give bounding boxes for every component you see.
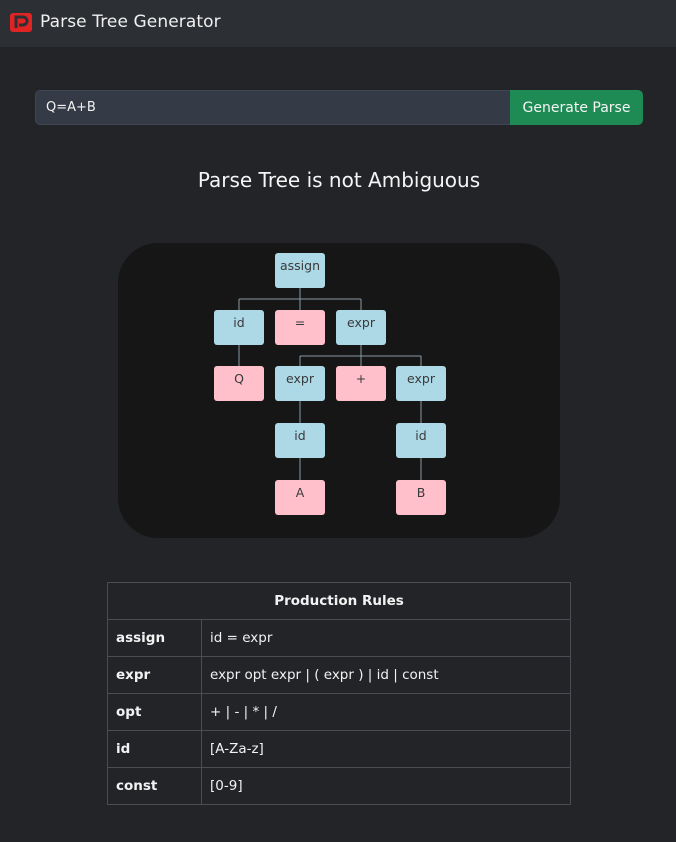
- rule-lhs: assign: [107, 619, 202, 657]
- tree-node-expr-right: expr: [396, 366, 446, 401]
- tree-node-b: B: [396, 480, 446, 515]
- rule-rhs: + | - | * | /: [201, 693, 571, 731]
- app-logo-icon: [10, 13, 32, 32]
- table-row: const [0-9]: [107, 767, 571, 805]
- tree-node-id-left: id: [275, 423, 325, 458]
- table-header: Production Rules: [107, 582, 571, 620]
- rule-rhs: [0-9]: [201, 767, 571, 805]
- rule-rhs: id = expr: [201, 619, 571, 657]
- tree-node-expr: expr: [336, 310, 386, 345]
- tree-node-expr-left: expr: [275, 366, 325, 401]
- rule-lhs: expr: [107, 656, 202, 694]
- rule-lhs: opt: [107, 693, 202, 731]
- expression-input[interactable]: [35, 90, 510, 125]
- table-header-row: Production Rules: [107, 582, 571, 620]
- tree-node-assign: assign: [275, 253, 325, 288]
- production-rules-table: Production Rules assign id = expr expr e…: [107, 582, 571, 805]
- tree-node-a: A: [275, 480, 325, 515]
- result-title: Parse Tree is not Ambiguous: [197, 168, 481, 192]
- table-row: expr expr opt expr | ( expr ) | id | con…: [107, 656, 571, 694]
- tree-node-q: Q: [214, 366, 264, 401]
- rule-lhs: const: [107, 767, 202, 805]
- rule-lhs: id: [107, 730, 202, 768]
- parse-tree-panel: assign id = expr Q expr + expr id id A B: [118, 243, 560, 538]
- generate-parse-button[interactable]: Generate Parse: [510, 90, 643, 125]
- table-row: id [A-Za-z]: [107, 730, 571, 768]
- app-title: Parse Tree Generator: [40, 12, 221, 32]
- tree-node-equals: =: [275, 310, 325, 345]
- tree-node-id: id: [214, 310, 264, 345]
- top-bar: Parse Tree Generator: [0, 0, 676, 47]
- expression-form: Generate Parse: [35, 90, 643, 125]
- tree-node-id-right: id: [396, 423, 446, 458]
- table-row: opt + | - | * | /: [107, 693, 571, 731]
- tree-node-plus: +: [336, 366, 386, 401]
- table-row: assign id = expr: [107, 619, 571, 657]
- rule-rhs: [A-Za-z]: [201, 730, 571, 768]
- rule-rhs: expr opt expr | ( expr ) | id | const: [201, 656, 571, 694]
